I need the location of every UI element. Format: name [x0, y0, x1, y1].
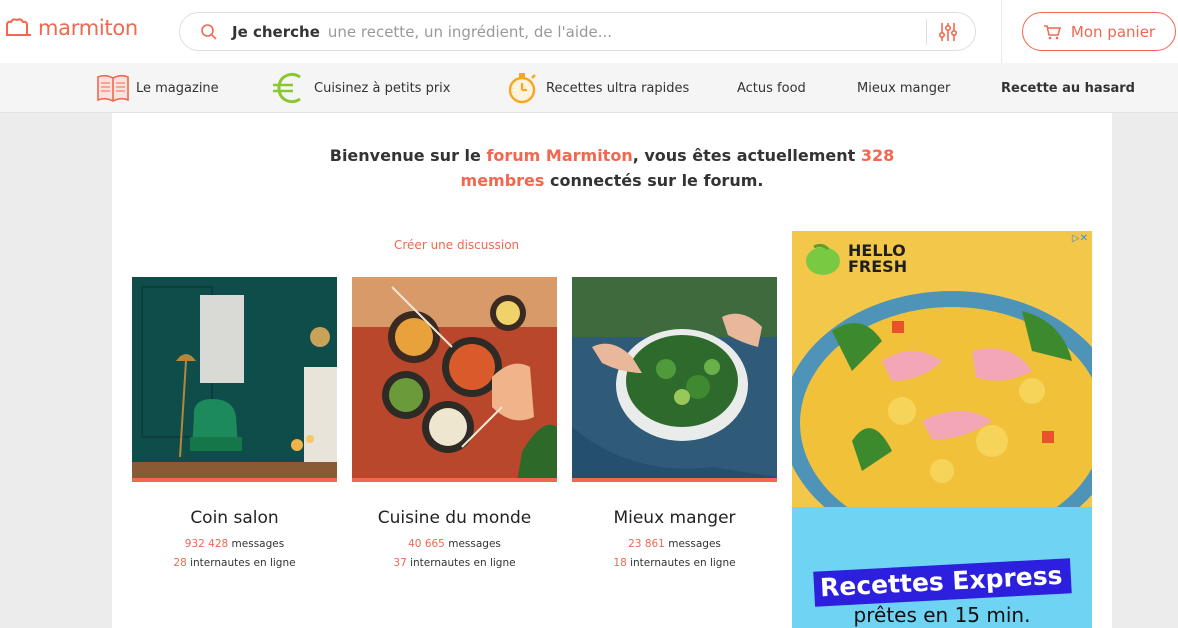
forum-name-link[interactable]: forum Marmiton [486, 146, 632, 165]
ad-top-panel: HELLO FRESH ▷✕ [792, 231, 1092, 507]
nav-label-ultra-rapides: Recettes ultra rapides [546, 80, 690, 96]
nav-label-petits-prix: Cuisinez à petits prix [314, 80, 451, 96]
online-count: 18 [613, 557, 627, 569]
members-label: membres [460, 171, 545, 190]
forum-title[interactable]: Cuisine du monde [352, 508, 557, 528]
welcome-suffix: connectés sur le forum. [544, 171, 764, 190]
marmiton-logo[interactable]: marmiton [4, 16, 138, 40]
stopwatch-icon [508, 73, 536, 104]
nav-item-mieux-manger[interactable]: Mieux manger [857, 63, 950, 113]
chef-hat-icon [6, 18, 31, 36]
cart-label: Mon panier [1070, 22, 1156, 41]
search-bar[interactable]: Je cherche [179, 12, 976, 51]
forum-image-world-food[interactable] [352, 277, 557, 482]
members-count: 328 [860, 146, 895, 165]
nav-label-actus-food: Actus food [737, 80, 806, 96]
ad-food-bowl-image [792, 291, 1092, 507]
search-input[interactable] [327, 22, 926, 41]
messages-count: 932 428 [184, 538, 229, 550]
search-icon [200, 23, 218, 41]
online-count: 37 [393, 557, 407, 569]
nav-item-petits-prix[interactable]: Cuisinez à petits prix [272, 63, 450, 113]
nav-label-mieux-manger: Mieux manger [857, 80, 951, 96]
forum-card-cuisine-du-monde[interactable]: Cuisine du monde 40 665 messages 37 inte… [352, 277, 557, 569]
search-label: Je cherche [232, 22, 320, 41]
forum-online-stat: 37 internautes en ligne [352, 557, 557, 569]
online-label: internautes en ligne [406, 557, 516, 569]
forum-title[interactable]: Mieux manger [572, 508, 777, 528]
welcome-message: Bienvenue sur le forum Marmiton, vous êt… [112, 143, 1112, 193]
ad-subline: prêtes en 15 min. [853, 603, 1031, 627]
messages-label: messages [444, 538, 501, 550]
forum-image-salad-bowl[interactable] [572, 277, 777, 482]
messages-label: messages [228, 538, 285, 550]
online-count: 28 [173, 557, 187, 569]
forum-card-coin-salon[interactable]: Coin salon 932 428 messages 28 internaut… [132, 277, 337, 569]
forum-messages-stat: 932 428 messages [132, 538, 337, 550]
nav-label-recette-hasard: Recette au hasard [1001, 80, 1135, 96]
messages-label: messages [664, 538, 721, 550]
forum-image-living-room[interactable] [132, 277, 337, 482]
search-divider [926, 18, 927, 45]
nav-item-magazine[interactable]: Le magazine [96, 63, 219, 113]
nav-item-recette-hasard[interactable]: Recette au hasard [1001, 63, 1135, 113]
ad-brand-line2: FRESH [848, 257, 908, 276]
welcome-prefix: Bienvenue sur le [329, 146, 487, 165]
forum-online-stat: 28 internautes en ligne [132, 557, 337, 569]
forum-messages-stat: 23 861 messages [572, 538, 777, 550]
filter-sliders-icon[interactable] [937, 21, 959, 43]
nav-label-magazine: Le magazine [136, 80, 219, 96]
ad-brand: HELLO FRESH [848, 243, 907, 275]
forum-title[interactable]: Coin salon [132, 508, 337, 528]
adchoices-icon[interactable]: ▷✕ [1072, 233, 1088, 244]
hellofresh-ad[interactable]: HELLO FRESH ▷✕ Recettes Express prêtes e… [792, 231, 1092, 628]
nav-item-actus-food[interactable]: Actus food [737, 63, 806, 113]
online-label: internautes en ligne [186, 557, 296, 569]
forum-messages-stat: 40 665 messages [352, 538, 557, 550]
nav-item-ultra-rapides[interactable]: Recettes ultra rapides [506, 63, 689, 113]
forum-card-mieux-manger[interactable]: Mieux manger 23 861 messages 18 internau… [572, 277, 777, 569]
welcome-middle: , vous êtes actuellement [632, 146, 861, 165]
online-label: internautes en ligne [626, 557, 736, 569]
forum-online-stat: 18 internautes en ligne [572, 557, 777, 569]
euro-icon [273, 72, 301, 104]
hellofresh-lime-logo-icon [806, 243, 840, 275]
book-icon [97, 74, 129, 102]
messages-count: 23 861 [628, 538, 665, 550]
cart-button[interactable]: Mon panier [1022, 12, 1176, 51]
main-nav: Le magazine Cuisinez à petits prix Recet… [0, 63, 1178, 113]
cart-icon [1043, 24, 1061, 39]
header: marmiton Je cherche Mon panier [0, 0, 1178, 63]
messages-count: 40 665 [408, 538, 445, 550]
logo-text: marmiton [38, 16, 138, 40]
create-discussion-link[interactable]: Créer une discussion [394, 238, 519, 252]
header-separator [1001, 0, 1002, 63]
